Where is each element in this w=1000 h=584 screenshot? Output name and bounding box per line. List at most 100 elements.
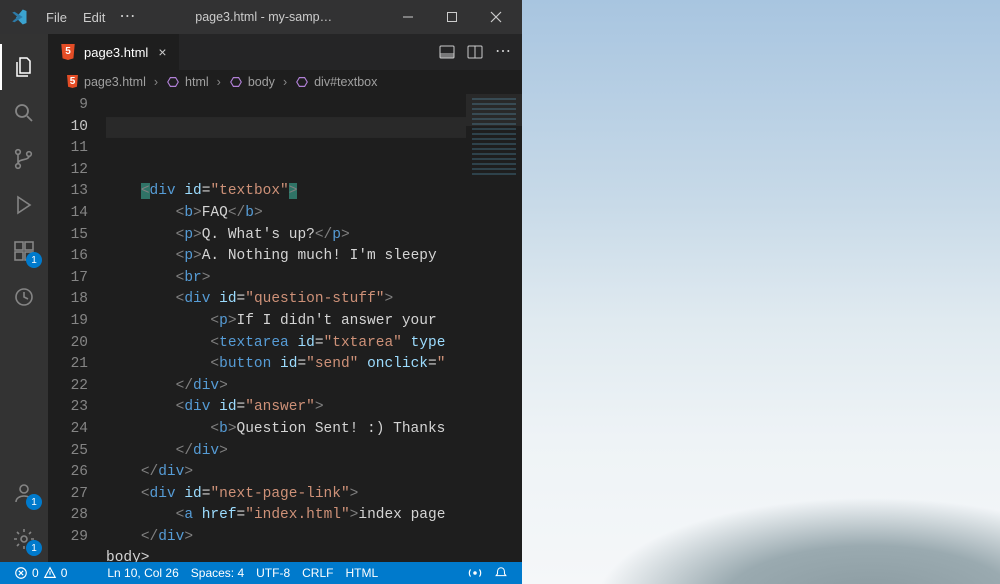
line-number[interactable]: 24 xyxy=(48,419,88,441)
line-number[interactable]: 26 xyxy=(48,462,88,484)
bell-icon xyxy=(494,566,508,580)
element-icon xyxy=(229,75,243,89)
status-ln-col[interactable]: Ln 10, Col 26 xyxy=(101,566,184,580)
tab-bar: page3.html × ⋯ xyxy=(48,34,522,70)
chevron-right-icon: › xyxy=(215,75,223,89)
code-line[interactable]: <div id="answer"> xyxy=(106,397,466,419)
window-minimize-button[interactable] xyxy=(386,0,430,34)
breadcrumb[interactable]: page3.html › html › body › div#textbox xyxy=(48,70,522,94)
tab-close-button[interactable]: × xyxy=(156,42,168,62)
status-language[interactable]: HTML xyxy=(339,566,384,580)
error-icon xyxy=(14,566,28,580)
status-errors-count: 0 xyxy=(32,566,39,580)
line-number[interactable]: 14 xyxy=(48,203,88,225)
breadcrumb-file-label: page3.html xyxy=(84,75,146,89)
code-line[interactable]: <div id="textbox"> xyxy=(106,181,466,203)
line-number[interactable]: 10 xyxy=(48,117,88,139)
code-line[interactable] xyxy=(106,160,466,182)
line-number[interactable]: 21 xyxy=(48,354,88,376)
html-file-icon xyxy=(66,75,79,88)
line-number[interactable]: 20 xyxy=(48,333,88,355)
line-number[interactable]: 9 xyxy=(48,95,88,117)
breadcrumb-label: html xyxy=(185,75,209,89)
code-line[interactable]: <div id="next-page-link"> xyxy=(106,484,466,506)
status-notifications[interactable] xyxy=(488,566,514,580)
menu-more-icon[interactable]: ⋯ xyxy=(113,9,141,25)
code-line[interactable]: </div> xyxy=(106,441,466,463)
code-line[interactable]: </div> xyxy=(106,527,466,549)
line-number[interactable]: 23 xyxy=(48,397,88,419)
line-number[interactable]: 29 xyxy=(48,527,88,549)
code-line[interactable]: <div id="question-stuff"> xyxy=(106,289,466,311)
breadcrumb-body[interactable]: body xyxy=(225,75,279,89)
line-number[interactable]: 15 xyxy=(48,225,88,247)
status-spaces[interactable]: Spaces: 4 xyxy=(185,566,250,580)
line-number[interactable]: 17 xyxy=(48,268,88,290)
window-maximize-button[interactable] xyxy=(430,0,474,34)
status-eol[interactable]: CRLF xyxy=(296,566,339,580)
code-line[interactable]: </div> xyxy=(106,376,466,398)
window-title: page3.html - my-samp… xyxy=(141,10,386,24)
status-feedback[interactable] xyxy=(462,566,488,580)
activity-explorer[interactable] xyxy=(0,44,48,90)
code-line[interactable]: <p>A. Nothing much! I'm sleepy xyxy=(106,246,466,268)
code-line[interactable]: <b>Question Sent! :) Thanks xyxy=(106,419,466,441)
code-area[interactable]: <div id="textbox"> <b>FAQ</b> <p>Q. What… xyxy=(106,94,466,562)
activity-settings[interactable]: 1 xyxy=(0,516,48,562)
activity-accounts[interactable]: 1 xyxy=(0,470,48,516)
line-number[interactable]: 11 xyxy=(48,138,88,160)
element-icon xyxy=(295,75,309,89)
activity-timeline[interactable] xyxy=(0,274,48,320)
code-line[interactable]: <button id="send" onclick=" xyxy=(106,354,466,376)
breadcrumb-html[interactable]: html xyxy=(162,75,213,89)
code-line[interactable]: <b>FAQ</b> xyxy=(106,203,466,225)
tab-page3[interactable]: page3.html × xyxy=(48,34,180,70)
code-line[interactable]: <a href="index.html">index page xyxy=(106,505,466,527)
code-line[interactable]: body> xyxy=(106,548,466,562)
window-close-button[interactable] xyxy=(474,0,518,34)
line-number[interactable]: 12 xyxy=(48,160,88,182)
line-number[interactable]: 19 xyxy=(48,311,88,333)
menu-file[interactable]: File xyxy=(38,10,75,25)
warning-icon xyxy=(43,566,57,580)
search-icon xyxy=(12,101,36,125)
line-number[interactable]: 18 xyxy=(48,289,88,311)
menu-edit[interactable]: Edit xyxy=(75,10,113,25)
toggle-panel-button[interactable] xyxy=(434,39,460,65)
line-number[interactable]: 16 xyxy=(48,246,88,268)
code-line[interactable]: </div> xyxy=(106,462,466,484)
chevron-right-icon: › xyxy=(281,75,289,89)
history-icon xyxy=(12,285,36,309)
editor[interactable]: 9101112131415161718192021222324252627282… xyxy=(48,94,522,562)
line-number-gutter[interactable]: 9101112131415161718192021222324252627282… xyxy=(48,94,106,562)
status-encoding[interactable]: UTF-8 xyxy=(250,566,296,580)
code-line[interactable]: <p>If I didn't answer your xyxy=(106,311,466,333)
branch-icon xyxy=(12,147,36,171)
line-number[interactable]: 27 xyxy=(48,484,88,506)
split-editor-button[interactable] xyxy=(462,39,488,65)
code-line[interactable]: <br> xyxy=(106,268,466,290)
status-bar: 0 0 Ln 10, Col 26 Spaces: 4 UTF-8 CRLF H… xyxy=(0,562,522,584)
breadcrumb-file[interactable]: page3.html xyxy=(62,75,150,89)
activity-run-debug[interactable] xyxy=(0,182,48,228)
minimap[interactable] xyxy=(466,94,522,562)
line-number[interactable]: 25 xyxy=(48,441,88,463)
chevron-right-icon: › xyxy=(152,75,160,89)
titlebar[interactable]: File Edit ⋯ page3.html - my-samp… xyxy=(0,0,522,34)
activity-extensions[interactable]: 1 xyxy=(0,228,48,274)
settings-badge: 1 xyxy=(26,540,42,556)
line-number[interactable]: 28 xyxy=(48,505,88,527)
minimap-slider[interactable] xyxy=(466,94,522,126)
activity-source-control[interactable] xyxy=(0,136,48,182)
code-line[interactable]: <textarea id="txtarea" type xyxy=(106,333,466,355)
code-line[interactable]: <p>Q. What's up?</p> xyxy=(106,225,466,247)
line-number[interactable]: 22 xyxy=(48,376,88,398)
current-line-highlight xyxy=(106,117,466,139)
line-number[interactable]: 13 xyxy=(48,181,88,203)
broadcast-icon xyxy=(468,566,482,580)
more-actions-button[interactable]: ⋯ xyxy=(490,39,516,65)
activity-search[interactable] xyxy=(0,90,48,136)
breadcrumb-div-textbox[interactable]: div#textbox xyxy=(291,75,381,89)
status-problems[interactable]: 0 0 xyxy=(8,566,73,580)
vscode-window: File Edit ⋯ page3.html - my-samp… xyxy=(0,0,522,584)
